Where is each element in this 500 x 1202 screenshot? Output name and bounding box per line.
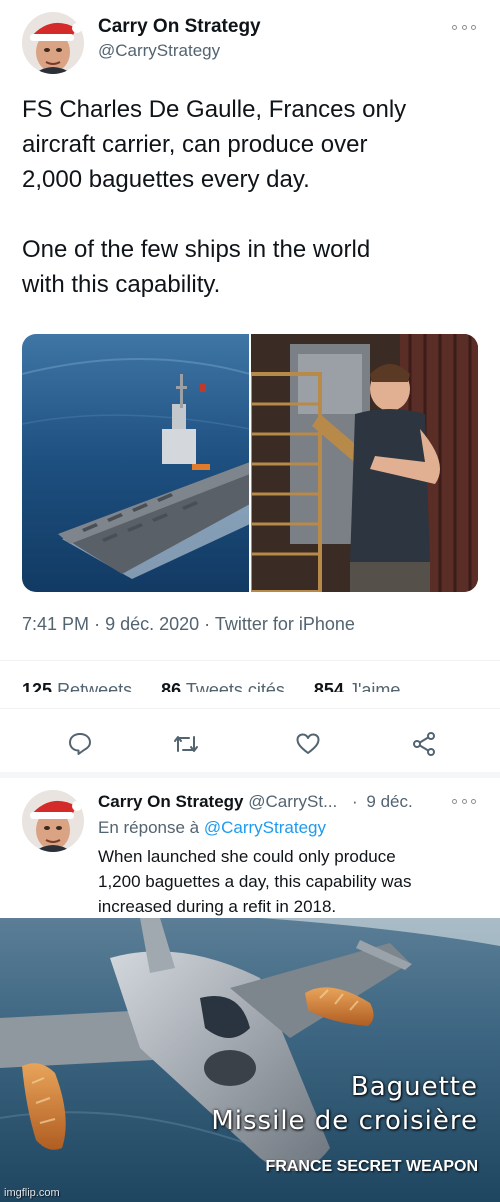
- retweets-stat[interactable]: 125 Retweets: [22, 680, 132, 692]
- author-name[interactable]: Carry On Strategy: [98, 16, 261, 38]
- retweet-icon[interactable]: [170, 728, 202, 760]
- imgflip-watermark[interactable]: imgflip.com: [4, 1187, 60, 1199]
- retweets-count: 125: [22, 680, 53, 692]
- meme-image: Baguette Missile de croisière FRANCE SEC…: [0, 918, 500, 1202]
- media-divider: [249, 334, 251, 592]
- quotes-count: 86: [161, 680, 182, 692]
- divider-line: [0, 660, 500, 661]
- section-divider: [0, 772, 500, 778]
- tweet-paragraph-1: FS Charles De Gaulle, Frances only aircr…: [22, 96, 407, 193]
- likes-label: J'aime: [348, 680, 401, 692]
- likes-stat[interactable]: 854 J'aime: [314, 680, 401, 692]
- meta-separator: ·: [94, 614, 106, 634]
- tweet-date[interactable]: 9 déc. 2020: [105, 614, 199, 634]
- reply-date[interactable]: 9 déc.: [366, 792, 412, 811]
- author-block: Carry On Strategy @CarryStrategy: [98, 16, 261, 61]
- tweet-header: Carry On Strategy @CarryStrategy: [22, 10, 482, 74]
- share-icon[interactable]: [408, 728, 440, 760]
- reply-icon[interactable]: [64, 728, 96, 760]
- reply-to-link[interactable]: @CarryStrategy: [204, 818, 326, 837]
- reply-author-avatar[interactable]: [22, 790, 84, 852]
- tweet-meta: 7:41 PM · 9 déc. 2020 · Twitter for iPho…: [22, 614, 355, 635]
- author-avatar[interactable]: [22, 12, 84, 74]
- quotes-stat[interactable]: 86 Tweets cités: [161, 680, 285, 692]
- meta-separator: ·: [204, 614, 215, 634]
- tweet-paragraph-2: One of the few ships in the world with t…: [22, 236, 371, 298]
- aircraft-carrier-photo[interactable]: [22, 334, 250, 592]
- divider-line: [0, 708, 500, 709]
- reply-text: When launched she could only produce 1,2…: [98, 847, 412, 916]
- meme-caption-line3: FRANCE SECRET WEAPON: [265, 1158, 478, 1175]
- reply-more-options-icon[interactable]: [452, 794, 476, 808]
- tweet-media[interactable]: [22, 334, 478, 592]
- reply-dot: ·: [352, 792, 358, 811]
- reply-author-name[interactable]: Carry On Strategy: [98, 792, 244, 811]
- retweets-label: Retweets: [57, 680, 133, 692]
- tweet-text: FS Charles De Gaulle, Frances only aircr…: [22, 92, 482, 302]
- tweet-source[interactable]: Twitter for iPhone: [215, 614, 355, 634]
- tweet-stats: 125 Retweets 86 Tweets cités 854 J'aime: [22, 680, 482, 692]
- author-handle[interactable]: @CarryStrategy: [98, 41, 261, 61]
- reply-header: Carry On Strategy @CarrySt... · 9 déc.: [98, 792, 482, 812]
- more-options-icon[interactable]: [452, 20, 476, 34]
- reply-author-handle[interactable]: @CarrySt...: [248, 792, 337, 811]
- tweet-time[interactable]: 7:41 PM: [22, 614, 89, 634]
- quotes-label: Tweets cités: [185, 680, 285, 692]
- meme-caption-line1: Baguette: [350, 1072, 478, 1102]
- reply-context: En réponse à @CarryStrategy: [98, 818, 326, 838]
- reply-prefix: En réponse à: [98, 818, 200, 837]
- meme-caption-line2: Missile de croisière: [211, 1106, 478, 1136]
- tweet-actions: [20, 724, 480, 764]
- like-icon[interactable]: [292, 728, 324, 760]
- likes-count: 854: [313, 680, 344, 692]
- baker-bread-oven-photo[interactable]: [250, 334, 478, 592]
